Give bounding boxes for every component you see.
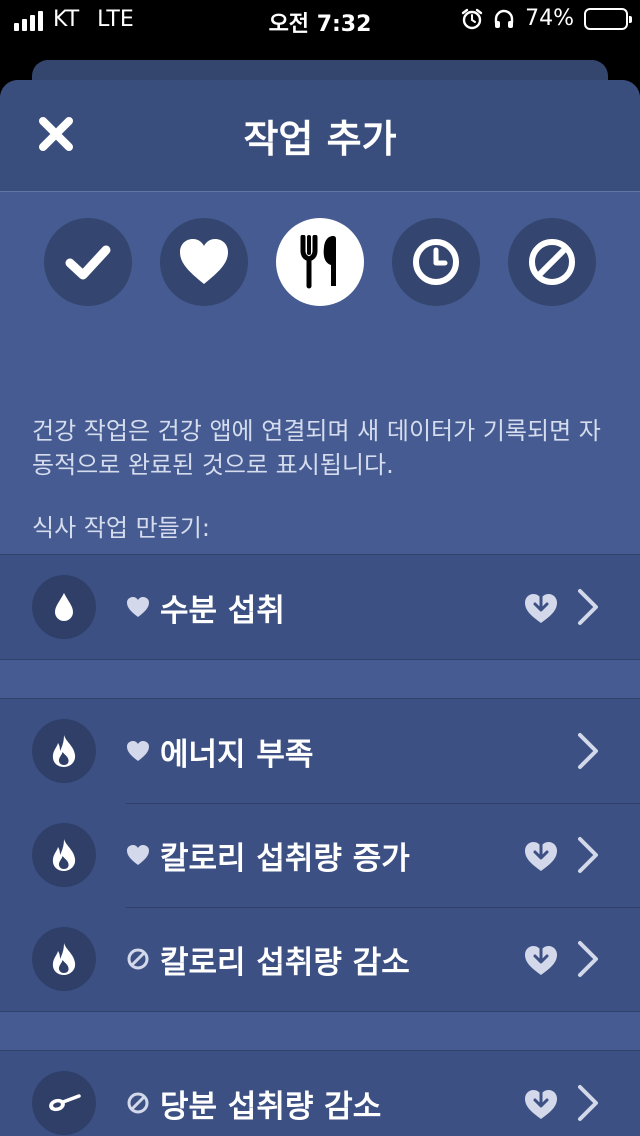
task-label: 수분 섭취 [160,593,285,629]
chevron-right-icon [578,837,598,873]
chevron-right-icon [578,733,598,769]
chevron-right-icon [578,941,598,977]
prohibited-icon [127,1092,149,1114]
row-icon-circle [32,575,96,639]
flame-icon [52,735,76,767]
task-row-decrease-sugar[interactable]: 당분 섭취량 감소 [0,1051,640,1136]
chevron-right-icon [578,1085,598,1121]
add-task-sheet: 작업 추가 건강 작업은 건강 앱에 연결되며 새 데이터가 기록되면 자동적으… [0,80,640,1136]
task-row-decrease-calories[interactable]: 칼로리 섭취량 감소 [0,907,640,1011]
task-group-sugar: 당분 섭취량 감소 [0,1050,640,1136]
task-group-calories: 에너지 부족 칼로리 섭취량 증가 칼로리 섭취량 감소 [0,698,640,1012]
task-label: 에너지 부족 [160,737,314,773]
category-avoid-button[interactable] [508,218,596,306]
category-food-button[interactable] [276,218,364,306]
chevron-right-icon [578,589,598,625]
fork-knife-icon [300,235,336,289]
heart-icon [127,845,149,865]
headphones-icon [494,9,514,28]
task-label: 당분 섭취량 감소 [160,1089,382,1125]
category-check-button[interactable] [44,218,132,306]
category-health-button[interactable] [160,218,248,306]
sheet-header: 작업 추가 [0,80,640,192]
section-label: 식사 작업 만들기: [32,514,210,542]
health-tasks-description: 건강 작업은 건강 앱에 연결되며 새 데이터가 기록되면 자동적으로 완료된 … [32,417,601,479]
health-download-icon [525,594,557,623]
heart-icon [127,741,149,761]
status-bar: KT LTE 오전 7:32 74% [0,0,640,40]
task-label: 칼로리 섭취량 증가 [160,841,410,877]
health-download-icon [525,1090,557,1119]
category-time-button[interactable] [392,218,480,306]
clock-icon [413,239,459,285]
row-icon-circle [32,719,96,783]
row-icon-circle [32,823,96,887]
category-selector [44,218,596,306]
health-download-icon [525,842,557,871]
sheet-title: 작업 추가 [243,117,397,161]
health-download-icon [525,946,557,975]
prohibited-icon [127,948,149,970]
heart-icon [127,597,149,617]
task-group-water: 수분 섭취 [0,554,640,660]
water-drop-icon [55,593,73,621]
row-icon-circle [32,927,96,991]
flame-icon [52,839,76,871]
task-row-low-energy[interactable]: 에너지 부족 [0,699,640,803]
checkmark-icon [65,245,111,280]
heart-icon [180,239,228,284]
alarm-icon [461,8,483,29]
flame-icon [52,943,76,975]
battery-icon [584,7,632,30]
battery-percent: 74% [525,6,574,31]
row-icon-circle [32,1071,96,1135]
task-row-water-intake[interactable]: 수분 섭취 [0,555,640,659]
task-row-increase-calories[interactable]: 칼로리 섭취량 증가 [0,803,640,907]
spoon-icon [49,1094,81,1112]
prohibited-icon [529,239,575,285]
task-label: 칼로리 섭취량 감소 [160,945,410,981]
